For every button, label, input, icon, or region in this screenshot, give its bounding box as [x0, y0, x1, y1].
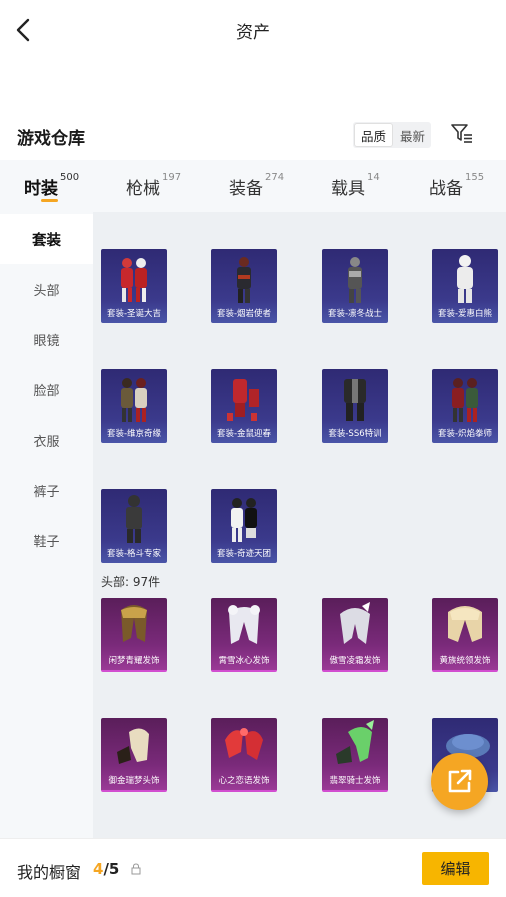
hair-accessory-icon — [225, 728, 263, 760]
suit-figure-icon — [121, 258, 147, 302]
lock-icon — [131, 863, 141, 875]
item-card[interactable]: 套装-金鼠迎春 — [211, 369, 277, 443]
item-label: 心之恋语发饰 — [218, 776, 270, 786]
filter-button[interactable] — [450, 122, 474, 146]
item-card[interactable]: 黄族统领发饰 — [432, 598, 498, 672]
sort-quality[interactable]: 品质 — [354, 123, 393, 147]
warehouse-header: 游戏仓库 品质 最新 — [0, 118, 506, 158]
item-label: 套装-凛冬战士 — [327, 309, 383, 319]
sidebar-item-clothes[interactable]: 衣服 — [0, 415, 93, 465]
tab-label: 时装 — [24, 179, 58, 199]
tab-label: 载具 — [331, 179, 365, 199]
item-card[interactable]: 套装-爱惠白熊 — [432, 249, 498, 323]
item-card[interactable]: 霄雪冰心发饰 — [211, 598, 277, 672]
sidebar-item-shoes[interactable]: 鞋子 — [0, 515, 93, 565]
category-sidebar: 套装 头部 眼镜 脸部 衣服 裤子 鞋子 — [0, 212, 93, 838]
item-label: 套装-圣诞大吉 — [106, 309, 162, 319]
sidebar-item-face[interactable]: 脸部 — [0, 364, 93, 414]
warehouse-title: 游戏仓库 — [17, 129, 85, 149]
item-card[interactable]: 傲雪凌霜发饰 — [322, 598, 388, 672]
showcase-current: 4 — [93, 860, 104, 878]
item-card[interactable]: 翡翠骑士发饰 — [322, 718, 388, 792]
item-label: 套装-爱惠白熊 — [437, 309, 493, 319]
assets-page: { "header": {"title": "资产", "back_icon":… — [0, 0, 506, 897]
head-section-label: 头部: 97件 — [101, 575, 161, 589]
share-external-icon — [448, 769, 472, 793]
item-label: 黄族统领发饰 — [439, 656, 491, 666]
sidebar-item-glasses[interactable]: 眼镜 — [0, 314, 93, 364]
tab-count: 14 — [367, 172, 380, 183]
sidebar-item-suit[interactable]: 套装 — [0, 214, 93, 264]
share-button[interactable] — [431, 753, 488, 810]
category-tabs: 时装500 枪械197 装备274 载具14 战备155 — [0, 160, 506, 212]
item-label: 套装-烟岩使者 — [216, 309, 272, 319]
sidebar-item-head[interactable]: 头部 — [0, 264, 93, 314]
item-label: 套装-格斗专家 — [106, 549, 162, 559]
item-label: 套装-炽焰拳师 — [437, 429, 493, 439]
item-card[interactable]: 套装-奇迹天团 — [211, 489, 277, 563]
tab-count: 197 — [162, 172, 182, 183]
showcase-bar: 我的橱窗 4/5 编辑 — [0, 838, 506, 897]
tab-guns[interactable]: 枪械197 — [126, 172, 182, 204]
hair-accessory-icon — [117, 728, 149, 764]
sort-toggle: 品质 最新 — [353, 122, 431, 148]
showcase-label: 我的橱窗 — [17, 863, 82, 882]
suit-figure-icon — [344, 379, 366, 421]
hair-accessory-icon — [340, 602, 370, 644]
sort-newest[interactable]: 最新 — [394, 122, 431, 148]
showcase-count: 4/5 — [93, 860, 119, 878]
item-card[interactable]: 闲梦青耀发饰 — [101, 598, 167, 672]
item-label: 套装-奇迹天团 — [216, 549, 272, 559]
item-card[interactable]: 套装-烟岩使者 — [211, 249, 277, 323]
page-title: 资产 — [236, 23, 270, 43]
item-label: 套装-金鼠迎春 — [216, 429, 272, 439]
item-card[interactable]: 套装-圣诞大吉 — [101, 249, 167, 323]
showcase-total: 5 — [108, 860, 120, 878]
item-card[interactable]: 套装-炽焰拳师 — [432, 369, 498, 443]
tab-count: 274 — [265, 172, 285, 183]
tab-supplies[interactable]: 战备155 — [429, 172, 485, 204]
item-label: 套装-维京奇缘 — [106, 429, 162, 439]
item-card[interactable]: 心之恋语发饰 — [211, 718, 277, 792]
edit-button[interactable]: 编辑 — [422, 852, 489, 885]
item-grid: 套装-圣诞大吉 套装-烟岩使者 套装-凛冬战士 套装-爱惠白熊 套装-维京奇缘 … — [93, 212, 506, 838]
item-label: 闲梦青耀发饰 — [108, 656, 160, 666]
item-card[interactable]: 套装-格斗专家 — [101, 489, 167, 563]
hair-accessory-icon — [228, 605, 260, 644]
tab-fashion[interactable]: 时装500 — [24, 172, 80, 204]
tab-vehicles[interactable]: 载具14 — [331, 172, 380, 204]
tab-label: 枪械 — [126, 179, 160, 199]
suit-figure-icon — [231, 498, 257, 542]
item-label: 傲雪凌霜发饰 — [329, 656, 381, 666]
suit-figure-icon — [126, 495, 142, 543]
suit-figure-icon — [452, 378, 478, 422]
tab-count: 500 — [60, 172, 80, 183]
tab-underline — [41, 199, 58, 202]
hair-accessory-icon — [448, 606, 482, 642]
item-label: 御金瑞梦头饰 — [108, 776, 160, 786]
item-label: 套装-SS6特训 — [328, 429, 382, 439]
filter-icon — [451, 124, 472, 143]
suit-figure-icon — [227, 379, 259, 421]
suit-figure-icon — [237, 257, 251, 303]
suit-figure-icon — [348, 257, 362, 303]
hair-accessory-icon — [121, 605, 147, 642]
item-card[interactable]: 套装-SS6特训 — [322, 369, 388, 443]
tab-equipment[interactable]: 装备274 — [229, 172, 285, 204]
tab-label: 战备 — [429, 179, 463, 199]
tab-label: 装备 — [229, 179, 263, 199]
tab-count: 155 — [465, 172, 485, 183]
item-label: 翡翠骑士发饰 — [329, 776, 381, 786]
item-card[interactable]: 套装-凛冬战士 — [322, 249, 388, 323]
item-card[interactable]: 套装-维京奇缘 — [101, 369, 167, 443]
sidebar-item-pants[interactable]: 裤子 — [0, 465, 93, 515]
item-label: 霄雪冰心发饰 — [218, 656, 270, 666]
suit-figure-icon — [121, 378, 147, 422]
suit-figure-icon — [457, 255, 473, 303]
top-bar: 资产 — [0, 0, 506, 60]
item-card[interactable]: 御金瑞梦头饰 — [101, 718, 167, 792]
hair-accessory-icon — [336, 720, 374, 764]
